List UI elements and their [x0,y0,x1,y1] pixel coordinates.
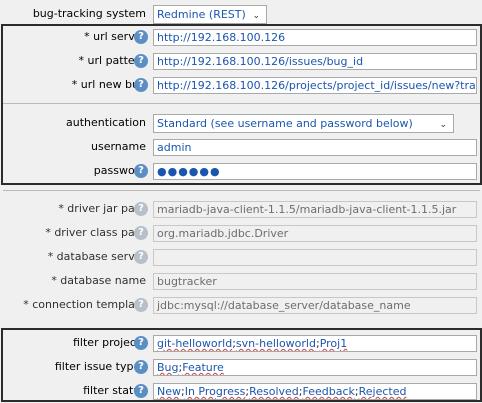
url-pattern-input[interactable]: http://192.168.100.126/issues/bug_id [153,53,477,70]
filter-token: Feature [182,361,224,374]
help-icon[interactable]: ? [134,360,148,374]
url-new-bug-input[interactable]: http://192.168.100.126/projects/project_… [153,77,477,94]
driver-class-path-input[interactable]: org.mariadb.jdbc.Driver [153,225,477,242]
help-icon[interactable]: ? [134,202,148,216]
bug-tracking-system-label: bug-tracking system [32,7,146,20]
help-icon[interactable]: ? [134,336,148,350]
filter-token: In Progress [184,385,246,398]
filter-token: Bug [157,361,179,374]
group-separator [3,103,480,104]
filter-token: Resolved [249,385,299,398]
help-icon[interactable]: ? [134,250,148,264]
filter-status-input[interactable]: New;In Progress;Resolved;Feedback;Reject… [153,383,477,400]
filter-projects-input[interactable]: git-helloworld;svn-helloworld;Proj1 [153,335,477,352]
username-input[interactable]: admin [153,139,477,156]
connection-template-label: * connection template [23,298,146,311]
help-icon[interactable]: ? [134,30,148,44]
connection-template-input[interactable]: jdbc:mysql://database_server/database_na… [153,297,477,314]
help-icon[interactable]: ? [134,164,148,178]
connection-settings-group [1,24,482,185]
filter-issue-types-input[interactable]: Bug;Feature [153,359,477,376]
filter-token: svn-helloworld [235,337,316,350]
database-server-label: * database server [47,250,146,263]
filter-issue-types-label: filter issue types [54,360,146,373]
filter-token: Rejected [358,385,407,398]
authentication-select[interactable]: Standard (see username and password belo… [153,114,454,133]
section-separator [3,190,480,191]
help-icon[interactable]: ? [134,54,148,68]
help-icon[interactable]: ? [134,384,148,398]
filter-token: New [157,385,181,398]
authentication-value: Standard (see username and password belo… [157,117,413,130]
filter-token: git-helloworld [157,337,233,350]
url-server-input[interactable]: http://192.168.100.126 [153,29,477,46]
help-icon[interactable]: ? [134,226,148,240]
database-server-input[interactable] [153,249,477,266]
database-name-label: * database name [51,274,146,287]
driver-jar-path-input[interactable]: mariadb-java-client-1.1.5/mariadb-java-c… [153,201,477,218]
bug-tracking-system-value: Redmine (REST) [157,8,246,21]
driver-class-path-label: * driver class path [45,226,146,239]
bug-tracking-system-select[interactable]: Redmine (REST) ⌄ [153,5,267,24]
chevron-down-icon: ⌄ [252,11,260,21]
filter-token: Proj1 [319,337,348,350]
driver-jar-path-label: * driver jar path [58,202,146,215]
help-icon[interactable]: ? [134,78,148,92]
filter-token: Feedback [302,385,355,398]
username-label: username [91,140,146,153]
database-name-input[interactable]: bugtracker [153,273,477,290]
authentication-label: authentication [66,116,146,129]
password-input[interactable]: ●●●●●● [153,163,477,180]
chevron-down-icon: ⌄ [439,120,447,130]
help-icon[interactable]: ? [134,298,148,312]
